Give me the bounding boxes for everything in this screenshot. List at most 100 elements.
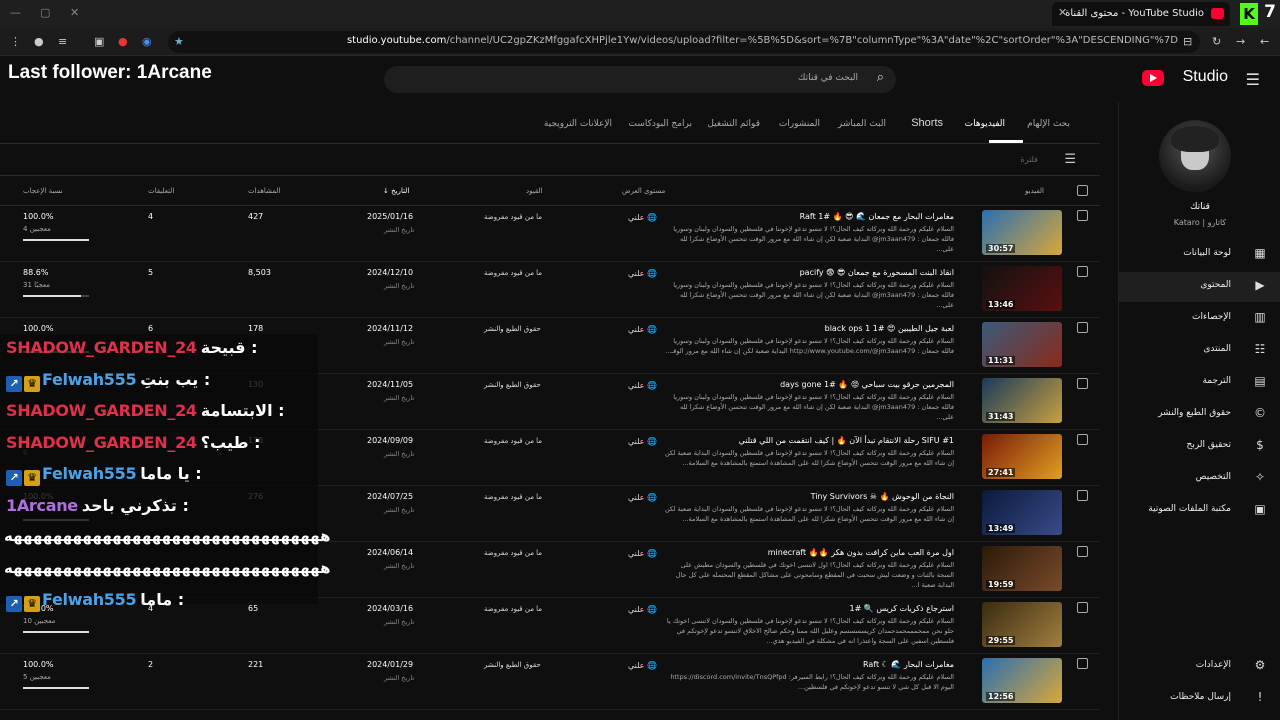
visibility-status[interactable]: علني 🌐 [628, 269, 657, 278]
video-thumbnail[interactable]: 13:46 [982, 266, 1062, 311]
restriction-status[interactable]: ما من قيود مفروضة [484, 493, 542, 501]
sidebar-toggle-icon[interactable]: ⊟ [1183, 35, 1192, 48]
video-thumbnail[interactable]: 11:31 [982, 322, 1062, 367]
visibility-status[interactable]: علني 🌐 [628, 605, 657, 614]
select-all-checkbox[interactable] [1077, 185, 1088, 196]
video-thumbnail[interactable]: 30:57 [982, 210, 1062, 255]
video-thumbnail[interactable]: 29:55 [982, 602, 1062, 647]
table-row[interactable]: 13:46 انقاذ البنت المسحورة مع جمعان 😎 😨 p… [0, 262, 1100, 318]
row-checkbox[interactable] [1077, 546, 1088, 557]
video-title[interactable]: اول مرة العب ماين كرافت بدون هكر 🔥🔥 mine… [768, 548, 954, 557]
sidebar-item-customization[interactable]: التخصيص ✧ [1119, 464, 1280, 494]
minimize-icon[interactable]: — [10, 6, 21, 19]
tab-posts[interactable]: المنشورات [779, 119, 820, 129]
table-row[interactable]: 30:57 مغامرات البحار مع جمعان 🌊 😎 🔥 #1 Ra… [0, 206, 1100, 262]
vip-badge-icon: ↗ [6, 470, 22, 486]
visibility-status[interactable]: علني 🌐 [628, 437, 657, 446]
url-field[interactable]: ★ studio.youtube.com/channel/UC2gpZKzMfg… [168, 31, 1200, 53]
tab-podcasts[interactable]: برامج البودكاست [629, 119, 692, 129]
sidebar-item-copyright[interactable]: حقوق الطبع والنشر © [1119, 400, 1280, 430]
header-comments[interactable]: التعليقات [148, 187, 174, 195]
playlist-icon[interactable]: ≡ [58, 35, 67, 48]
sidebar-item-audio-library[interactable]: مكتبة الملفات الصوتية ▣ [1119, 496, 1280, 526]
forward-icon[interactable]: → [1236, 35, 1245, 48]
row-checkbox[interactable] [1077, 322, 1088, 333]
visibility-status[interactable]: علني 🌐 [628, 213, 657, 222]
row-checkbox[interactable] [1077, 490, 1088, 501]
sidebar-item-content[interactable]: المحتوى ▶ [1119, 272, 1280, 302]
visibility-status[interactable]: علني 🌐 [628, 325, 657, 334]
row-checkbox[interactable] [1077, 434, 1088, 445]
tab-promotions[interactable]: الإعلانات الترويجية [544, 119, 612, 129]
video-thumbnail[interactable]: 19:59 [982, 546, 1062, 591]
restriction-status[interactable]: ما من قيود مفروضة [484, 437, 542, 445]
tab-videos[interactable]: الفيديوهات [965, 119, 1005, 129]
video-title[interactable]: النجاة من الوحوش 🔥 ☠ Tiny Survivors [811, 492, 954, 501]
video-thumbnail[interactable]: 27:41 [982, 434, 1062, 479]
row-checkbox[interactable] [1077, 602, 1088, 613]
subtitles-icon: ▤ [1254, 374, 1266, 388]
restriction-status[interactable]: ما من قيود مفروضة [484, 213, 542, 221]
restriction-status[interactable]: حقوق الطبع والنشر [484, 325, 541, 333]
video-title[interactable]: استرجاع ذكريات كريس 🔍 #1 [850, 604, 954, 613]
filter-icon[interactable]: ☰ [1064, 152, 1076, 167]
video-title[interactable]: لعبة جيل الطيبين 😍 #1 black ops 1 [825, 324, 954, 333]
visibility-status[interactable]: علني 🌐 [628, 381, 657, 390]
sort-down-icon: ↓ [383, 187, 392, 195]
video-thumbnail[interactable]: 13:49 [982, 490, 1062, 535]
row-checkbox[interactable] [1077, 210, 1088, 221]
maximize-icon[interactable]: ▢ [40, 6, 50, 19]
browser-tab[interactable]: ✕ محتوى القناة - YouTube Studio [1052, 2, 1230, 26]
row-checkbox[interactable] [1077, 658, 1088, 669]
sidebar-item-settings[interactable]: الإعدادات ⚙ [1119, 652, 1280, 682]
extension-icon[interactable]: ● [34, 35, 44, 48]
visibility-status[interactable]: علني 🌐 [628, 661, 657, 670]
sidebar-item-community[interactable]: المنتدى ☷ [1119, 336, 1280, 366]
tab-live[interactable]: البث المباشر [838, 119, 886, 129]
search-input[interactable]: البحث في قناتك ⌕ [384, 66, 896, 93]
back-icon[interactable]: ← [1260, 35, 1269, 48]
hamburger-menu-icon[interactable]: ☰ [1246, 70, 1260, 89]
header-restrictions[interactable]: القيود [526, 187, 542, 195]
sidebar-item-analytics[interactable]: الإحصاءات ▥ [1119, 304, 1280, 334]
sidebar-item-feedback[interactable]: إرسال ملاحظات ! [1119, 684, 1280, 714]
header-likes[interactable]: نسبة الإعجاب [23, 187, 63, 195]
menu-dots-icon[interactable]: ⋮ [10, 35, 21, 48]
filter-bar[interactable]: فلترة ☰ [0, 144, 1100, 176]
header-visibility[interactable]: مستوى العرض [622, 187, 665, 195]
sidebar-item-earn[interactable]: تحقيق الربح $ [1119, 432, 1280, 462]
channel-avatar[interactable] [1159, 120, 1231, 192]
close-window-icon[interactable]: ✕ [70, 6, 79, 19]
reload-icon[interactable]: ↻ [1212, 35, 1221, 48]
header-video[interactable]: الفيديو [1025, 187, 1044, 195]
restriction-status[interactable]: ما من قيود مفروضة [484, 549, 542, 557]
restriction-status[interactable]: حقوق الطبع والنشر [484, 661, 541, 669]
video-thumbnail[interactable]: 12:56 [982, 658, 1062, 703]
tab-playlists[interactable]: قوائم التشغيل [707, 119, 760, 129]
video-title[interactable]: المجرمين حرقو بيت سباحي 😡 🔥 #1 days gone [780, 380, 954, 389]
wave-icon[interactable]: ◉ [142, 35, 152, 48]
puzzle-icon[interactable]: ▣ [94, 35, 104, 48]
tab-inspiration[interactable]: بحث الإلهام [1027, 119, 1070, 129]
video-title[interactable]: انقاذ البنت المسحورة مع جمعان 😎 😨 pacify [800, 268, 954, 277]
header-views[interactable]: المشاهدات [248, 187, 280, 195]
restriction-status[interactable]: ما من قيود مفروضة [484, 605, 542, 613]
video-title[interactable]: SIFU #1 رحلة الانتقام تبدأ الآن 🔥 | كيف … [739, 436, 954, 445]
visibility-status[interactable]: علني 🌐 [628, 493, 657, 502]
video-title[interactable]: مغامرات البحار 🌊 ☾ Raft [863, 660, 954, 669]
table-row[interactable]: 12:56 مغامرات البحار 🌊 ☾ Raft السلام عليكم… [0, 654, 1100, 710]
sidebar-item-subtitles[interactable]: الترجمة ▤ [1119, 368, 1280, 398]
sidebar-item-dashboard[interactable]: لوحة البيانات ▦ [1119, 240, 1280, 270]
bookmark-star-icon[interactable]: ★ [174, 35, 184, 48]
studio-logo[interactable]: Studio [1138, 68, 1228, 88]
header-date[interactable]: ↓ التاريخ [383, 187, 409, 195]
restriction-status[interactable]: ما من قيود مفروضة [484, 269, 542, 277]
record-icon[interactable]: ● [118, 35, 128, 48]
video-thumbnail[interactable]: 31:43 [982, 378, 1062, 423]
restriction-status[interactable]: حقوق الطبع والنشر [484, 381, 541, 389]
row-checkbox[interactable] [1077, 266, 1088, 277]
row-checkbox[interactable] [1077, 378, 1088, 389]
video-title[interactable]: مغامرات البحار مع جمعان 🌊 😎 🔥 #1 Raft [800, 212, 954, 221]
tab-shorts[interactable]: Shorts [911, 117, 943, 129]
visibility-status[interactable]: علني 🌐 [628, 549, 657, 558]
